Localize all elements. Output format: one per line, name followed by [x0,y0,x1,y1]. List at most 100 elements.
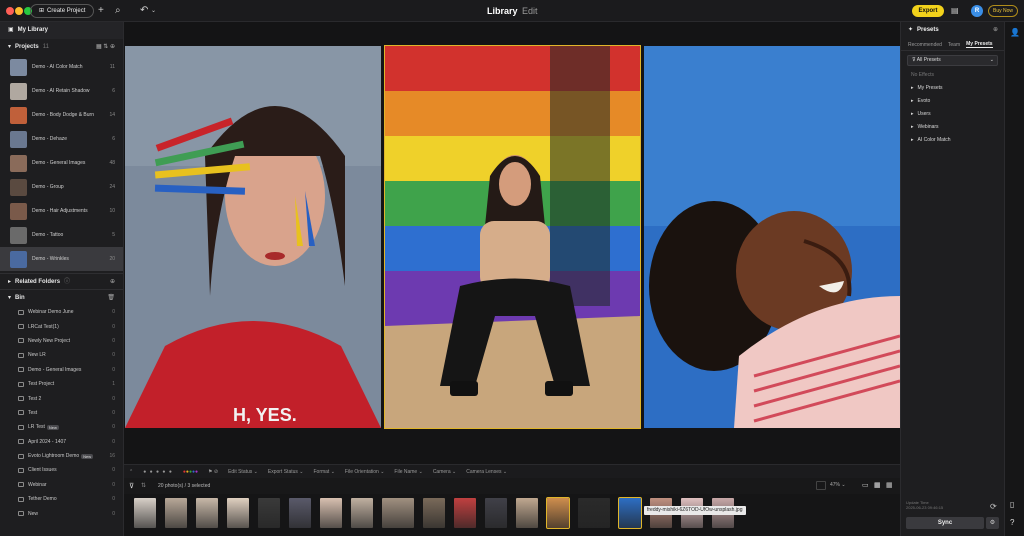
sort-icon[interactable]: ⇅ [141,482,146,489]
add-icon[interactable]: + [98,4,104,18]
filmstrip-thumbnail[interactable] [289,498,311,528]
tab-team[interactable]: Team [948,42,960,48]
chevron-down-icon[interactable]: ⌄ [151,4,156,18]
preset-folder[interactable]: ▸ Evoto [901,95,1004,108]
project-item[interactable]: Demo - Wrinkles 20 [0,247,123,271]
add-folder-icon[interactable]: ⊕ [110,274,115,290]
buy-now-button[interactable]: Buy Now [988,5,1018,17]
filmstrip-thumbnail[interactable] [165,498,187,528]
zoom-level[interactable]: 47% ⌄ [830,482,846,488]
filmstrip-thumbnail[interactable] [516,498,538,528]
filter-edit-status[interactable]: Edit Status ⌄ [228,469,258,475]
minimize-window-button[interactable] [15,7,23,15]
filmstrip-thumbnail[interactable] [196,498,218,528]
bin-item[interactable]: Test 0 [0,406,123,420]
zoom-fit-button[interactable] [816,481,826,490]
view-grid-icon[interactable]: ▦ [874,481,881,489]
tab-recommended[interactable]: Recommended [908,42,942,48]
tab-library[interactable]: Library [487,5,518,17]
photo-laughing-woman[interactable] [644,46,900,428]
photo-painted-face[interactable]: H, YES. [125,46,381,428]
project-item[interactable]: Demo - General Images 48 [0,151,123,175]
preset-folder[interactable]: ▸ Webinars [901,120,1004,133]
view-grid-large-icon[interactable]: ▦ [886,481,893,489]
filmstrip-thumbnail[interactable] [485,498,507,528]
filmstrip-thumbnail[interactable] [578,498,610,528]
bin-item[interactable]: Webinar Demo June 0 [0,305,123,319]
project-item[interactable]: Demo - AI Color Match 11 [0,55,123,79]
filmstrip-thumbnail[interactable] [546,497,570,529]
flag-filter[interactable]: ⚑ ⊘ [208,469,218,475]
bin-item[interactable]: Client Issues 0 [0,463,123,477]
filmstrip-thumbnail[interactable] [454,498,476,528]
project-label: Demo - Hair Adjustments [32,208,88,214]
bin-item[interactable]: LRCat Test(1) 0 [0,319,123,333]
close-window-button[interactable] [6,7,14,15]
project-item[interactable]: Demo - Body Dodge & Burn 14 [0,103,123,127]
collapse-arrow-icon[interactable]: ⌃ [129,469,133,475]
bin-item[interactable]: New LR 0 [0,348,123,362]
document-icon[interactable]: ▤ [951,4,959,18]
filter-camera-lenses[interactable]: Camera Lenses ⌄ [466,469,507,475]
project-item[interactable]: Demo - Group 24 [0,175,123,199]
help-icon[interactable]: ? [1010,518,1014,527]
bin-item[interactable]: Test 2 0 [0,391,123,405]
filter-camera[interactable]: Camera ⌄ [433,469,456,475]
preset-folder[interactable]: ▸ Users [901,108,1004,121]
preset-folder[interactable]: ▸ My Presets [901,82,1004,95]
create-project-button[interactable]: ⊞ Create Project [30,4,95,18]
bin-item[interactable]: New 0 [0,506,123,520]
filmstrip-thumbnail[interactable] [134,498,156,528]
project-item[interactable]: Demo - AI Retain Shadow 6 [0,79,123,103]
my-library-header[interactable]: ▣ My Library [0,22,123,39]
color-label-filter[interactable]: ●●●●● [183,469,198,475]
bin-item[interactable]: Webinar 0 [0,478,123,492]
panel-toggle-icon[interactable]: ▯ [1010,500,1014,509]
project-item[interactable]: Demo - Dehaze 6 [0,127,123,151]
view-compare-icon[interactable]: ▭ [862,481,869,489]
info-icon[interactable]: ⓘ [64,274,70,290]
project-item[interactable]: Demo - Tattoo 5 [0,223,123,247]
filter-file-orientation[interactable]: File Orientation ⌄ [345,469,385,475]
bin-item[interactable]: April 2024 - 1407 0 [0,435,123,449]
filmstrip-thumbnail[interactable] [618,497,642,529]
bin-item[interactable]: Test Project 1 [0,377,123,391]
trash-icon[interactable]: 🗑 [107,290,115,306]
add-preset-icon[interactable]: ⊕ [993,22,998,39]
user-presets-icon[interactable]: 👤 [1010,28,1020,37]
project-actions-icons[interactable]: ▦ ⇅ ⊕ [96,39,115,55]
filmstrip-thumbnail[interactable] [227,498,249,528]
filmstrip-thumbnail[interactable] [351,498,373,528]
filmstrip-thumbnail[interactable] [258,498,280,528]
bin-item[interactable]: Demo - General Images 0 [0,363,123,377]
filmstrip-thumbnail[interactable] [382,498,414,528]
filter-export-status[interactable]: Export Status ⌄ [268,469,304,475]
tab-edit[interactable]: Edit [522,5,538,17]
tab-my-presets[interactable]: My Presets [966,41,993,48]
projects-section-header[interactable]: ▾ Projects 11 ▦ ⇅ ⊕ [0,39,123,55]
avatar[interactable]: R [971,5,983,17]
bin-item[interactable]: Newly New Project 0 [0,334,123,348]
sync-settings-button[interactable]: ⚙ [986,517,999,529]
filter-icon[interactable]: ⊽ [129,482,134,490]
rating-filter[interactable]: ● ● ● ● ● [143,469,173,475]
photo-rainbow-stairs[interactable] [384,45,641,429]
bin-item[interactable]: Tether Demo 0 [0,492,123,506]
filmstrip-thumbnail[interactable] [320,498,342,528]
bin-section-header[interactable]: ▾ Bin 🗑 [0,289,123,305]
bin-label: April 2024 - 1407 [28,438,67,445]
bin-item[interactable]: Evoto Lightroom Demo New 16 [0,449,123,463]
bin-item[interactable]: LR Test New 0 [0,420,123,434]
search-icon[interactable]: ⌕ [115,4,121,18]
undo-icon[interactable]: ↶ [140,4,148,18]
related-folders-header[interactable]: ▸ Related Folders ⓘ ⊕ [0,273,123,289]
refresh-icon[interactable]: ⟳ [990,502,997,511]
export-button[interactable]: Export [912,5,944,17]
filmstrip-thumbnail[interactable] [423,498,445,528]
sync-button[interactable]: Sync [906,517,984,529]
preset-folder[interactable]: ▸ AI Color Match [901,133,1004,146]
filter-format[interactable]: Format ⌄ [313,469,334,475]
presets-filter-select[interactable]: ⊽ All Presets ⌄ [907,55,998,66]
project-item[interactable]: Demo - Hair Adjustments 10 [0,199,123,223]
filter-file-name[interactable]: File Name ⌄ [394,469,422,475]
